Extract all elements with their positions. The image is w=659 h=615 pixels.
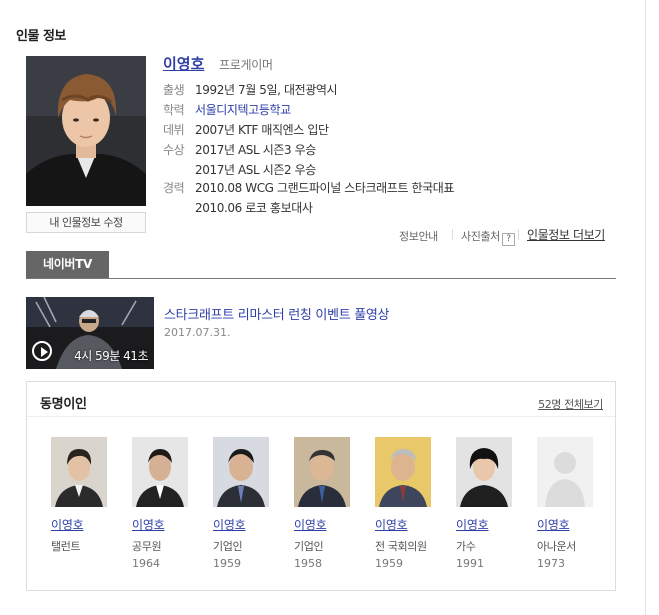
namesake-year: 1991 (456, 557, 484, 570)
namesake-header: 동명이인 52명 전체보기 (27, 382, 615, 417)
namesake-photo-image (375, 437, 431, 507)
namesake-year: 1964 (132, 557, 160, 570)
info-guide-link[interactable]: 정보안내 (399, 228, 438, 244)
info-key: 수상 (163, 143, 185, 157)
namesake-photo[interactable] (51, 437, 107, 507)
profile-photo-image (26, 56, 146, 206)
namesake-item[interactable]: 이영호 전 국회의원 1959 (375, 437, 445, 570)
info-value: 2010.08 WCG 그랜드파이널 스타크래프트 한국대표 (195, 181, 455, 195)
namesake-title: 동명이인 (40, 397, 87, 412)
namesake-name[interactable]: 이영호 (294, 516, 364, 533)
play-icon[interactable] (32, 341, 52, 361)
namesake-name[interactable]: 이영호 (456, 516, 526, 533)
namesake-name[interactable]: 이영호 (375, 516, 445, 533)
section-title: 인물 정보 (16, 29, 66, 44)
namesake-year: 1958 (294, 557, 322, 570)
info-key: 학력 (163, 103, 185, 117)
namesake-job: 가수 (456, 540, 476, 553)
video-thumbnail[interactable]: 4시 59분 41초 (26, 297, 154, 369)
info-value: 2010.06 로코 홍보대사 (195, 201, 313, 215)
education-link[interactable]: 서울디지텍고등학교 (195, 101, 291, 121)
naver-tv-tab[interactable]: 네이버TV (26, 251, 109, 278)
namesake-job: 기업인 (294, 540, 324, 553)
namesake-item[interactable]: 이영호 공무원 1964 (132, 437, 202, 570)
namesake-job: 탤런트 (51, 540, 81, 553)
namesake-all-link[interactable]: 52명 전체보기 (538, 396, 603, 412)
namesake-item[interactable]: 이영호 기업인 1959 (213, 437, 283, 570)
namesake-photo-image (132, 437, 188, 507)
help-icon[interactable]: ? (501, 233, 515, 246)
info-key: 데뷔 (163, 123, 185, 137)
namesake-photo[interactable] (294, 437, 350, 507)
namesake-photo-image (213, 437, 269, 507)
namesake-job: 전 국회의원 (375, 540, 427, 553)
namesake-photo[interactable] (132, 437, 188, 507)
info-key: 경력 (163, 181, 185, 195)
divider (452, 229, 453, 240)
profile-photo[interactable] (26, 56, 146, 206)
namesake-photo-image (456, 437, 512, 507)
namesake-name[interactable]: 이영호 (537, 516, 607, 533)
namesake-photo[interactable] (375, 437, 431, 507)
namesake-job: 아나운서 (537, 540, 576, 553)
namesake-name[interactable]: 이영호 (213, 516, 283, 533)
namesake-item[interactable]: 이영호 아나운서 1973 (537, 437, 607, 570)
info-value: 1992년 7월 5일, 대전광역시 (195, 83, 338, 97)
more-profile-link[interactable]: 인물정보 더보기 (527, 226, 605, 243)
namesake-name[interactable]: 이영호 (132, 516, 202, 533)
tv-section-divider (26, 278, 616, 279)
namesake-photo-image (51, 437, 107, 507)
photo-source-label: 사진출처 (461, 230, 500, 243)
profile-name-link[interactable]: 이영호 (163, 53, 204, 74)
namesake-item[interactable]: 이영호 탤런트 (51, 437, 121, 557)
namesake-panel: 동명이인 52명 전체보기 이영호 탤런트 이영호 공무원 1964 이영호 기… (26, 381, 616, 591)
namesake-photo[interactable] (213, 437, 269, 507)
info-key: 출생 (163, 83, 185, 97)
default-avatar-icon (537, 437, 593, 507)
info-value: 2007년 KTF 매직엔스 입단 (195, 123, 329, 137)
namesake-year: 1959 (213, 557, 241, 570)
namesake-job: 공무원 (132, 540, 162, 553)
video-date: 2017.07.31. (164, 326, 231, 339)
namesake-item[interactable]: 이영호 기업인 1958 (294, 437, 364, 570)
page-right-border (645, 0, 646, 615)
video-duration: 4시 59분 41초 (74, 349, 148, 363)
namesake-name[interactable]: 이영호 (51, 516, 121, 533)
video-title-link[interactable]: 스타크래프트 리마스터 런칭 이벤트 풀영상 (164, 304, 390, 323)
info-value: 2017년 ASL 시즌2 우승 (195, 163, 316, 177)
namesake-year: 1973 (537, 557, 565, 570)
photo-source-link[interactable]: 사진출처? (461, 228, 515, 246)
edit-profile-button[interactable]: 내 인물정보 수정 (26, 212, 146, 233)
namesake-photo-image (294, 437, 350, 507)
namesake-photo[interactable] (537, 437, 593, 507)
namesake-item[interactable]: 이영호 가수 1991 (456, 437, 526, 570)
namesake-photo[interactable] (456, 437, 512, 507)
namesake-job: 기업인 (213, 540, 243, 553)
profile-job: 프로게이머 (219, 58, 273, 72)
info-value: 2017년 ASL 시즌3 우승 (195, 143, 316, 157)
divider (518, 229, 519, 240)
namesake-year: 1959 (375, 557, 403, 570)
